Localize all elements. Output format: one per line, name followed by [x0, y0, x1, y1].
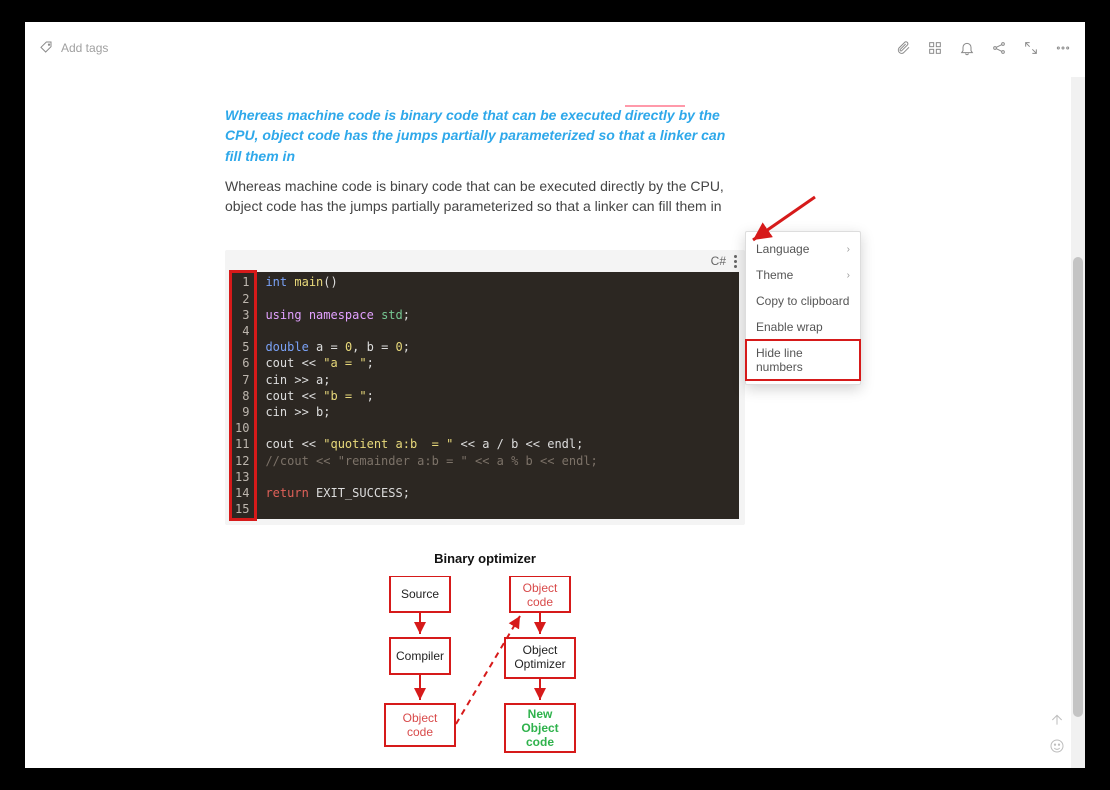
float-icons — [1049, 712, 1065, 754]
share-icon[interactable] — [991, 40, 1007, 56]
line-number: 8 — [235, 388, 249, 404]
line-number: 5 — [235, 339, 249, 355]
diagram-box-source: Source — [401, 587, 439, 601]
diagram-title: Binary optimizer — [225, 551, 745, 566]
expand-icon[interactable] — [1023, 40, 1039, 56]
diagram-box-object-l2: code — [407, 725, 433, 739]
code-lines[interactable]: int main() using namespace std; double a… — [255, 272, 607, 519]
line-number-gutter: 1 2 3 4 5 6 7 8 9 10 11 12 13 — [231, 272, 255, 519]
line-number: 15 — [235, 501, 249, 517]
line-number: 13 — [235, 469, 249, 485]
diagram-box-optimizer-l2: Optimizer — [514, 657, 565, 671]
code-language-label: C# — [711, 254, 726, 268]
tag-icon — [39, 40, 55, 56]
line-number: 11 — [235, 436, 249, 452]
diagram-box-objcode-l2: code — [527, 595, 553, 609]
diagram-box-new-l2: Object — [521, 721, 558, 735]
menu-copy-label: Copy to clipboard — [756, 294, 849, 308]
menu-hide-ln-label: Hide line numbers — [756, 346, 850, 374]
menu-theme-label: Theme — [756, 268, 793, 282]
diagram-svg: Source Compiler Object code Object code — [360, 576, 610, 768]
line-number: 7 — [235, 372, 249, 388]
diagram-box-new-l1: New — [528, 707, 553, 721]
topbar: Add tags — [25, 22, 1085, 74]
diagram-box-objcode-l1: Object — [523, 581, 558, 595]
menu-copy[interactable]: Copy to clipboard — [746, 288, 860, 314]
line-number: 4 — [235, 323, 249, 339]
line-number: 12 — [235, 453, 249, 469]
code-menu-dropdown: Language › Theme › Copy to clipboard Ena… — [745, 231, 861, 385]
menu-theme[interactable]: Theme › — [746, 262, 860, 288]
menu-language-label: Language — [756, 242, 809, 256]
chevron-right-icon: › — [847, 270, 850, 281]
line-number: 1 — [235, 274, 249, 290]
content-scroll[interactable]: Whereas machine code is binary code that… — [25, 77, 1071, 768]
line-number: 14 — [235, 485, 249, 501]
smile-icon[interactable] — [1049, 738, 1065, 754]
menu-language[interactable]: Language › — [746, 236, 860, 262]
line-number: 10 — [235, 420, 249, 436]
line-number: 3 — [235, 307, 249, 323]
line-number: 2 — [235, 291, 249, 307]
scrollbar-thumb[interactable] — [1073, 257, 1083, 717]
diagram-box-new-l3: code — [526, 735, 554, 749]
attach-icon[interactable] — [895, 40, 911, 56]
diagram-box-compiler: Compiler — [396, 649, 444, 663]
add-tags-button[interactable]: Add tags — [39, 40, 108, 56]
line-number: 6 — [235, 355, 249, 371]
line-number: 9 — [235, 404, 249, 420]
arrow-up-icon[interactable] — [1049, 712, 1065, 728]
menu-wrap-label: Enable wrap — [756, 320, 823, 334]
pink-underline — [625, 105, 685, 107]
grid-icon[interactable] — [927, 40, 943, 56]
menu-hide-line-numbers[interactable]: Hide line numbers — [746, 340, 860, 380]
code-block: C# 1 2 3 4 5 6 7 — [225, 250, 745, 525]
add-tags-label: Add tags — [61, 41, 108, 55]
diagram: Binary optimizer Source Compiler — [225, 551, 745, 768]
top-icons — [895, 40, 1071, 56]
diagram-box-object-l1: Object — [403, 711, 438, 725]
app-window: Add tags Whereas machine code is binary … — [25, 22, 1085, 768]
bell-icon[interactable] — [959, 40, 975, 56]
code-body: 1 2 3 4 5 6 7 8 9 10 11 12 13 — [231, 272, 739, 519]
diagram-box-optimizer-l1: Object — [523, 643, 558, 657]
chevron-right-icon: › — [847, 244, 850, 255]
code-menu-button[interactable] — [734, 255, 737, 268]
paragraph-text: Whereas machine code is binary code that… — [225, 176, 745, 217]
content-inner: Whereas machine code is binary code that… — [225, 105, 985, 768]
menu-wrap[interactable]: Enable wrap — [746, 314, 860, 340]
code-header: C# — [225, 250, 745, 272]
more-icon[interactable] — [1055, 40, 1071, 56]
scrollbar[interactable] — [1071, 77, 1085, 768]
quote-text: Whereas machine code is binary code that… — [225, 105, 745, 166]
